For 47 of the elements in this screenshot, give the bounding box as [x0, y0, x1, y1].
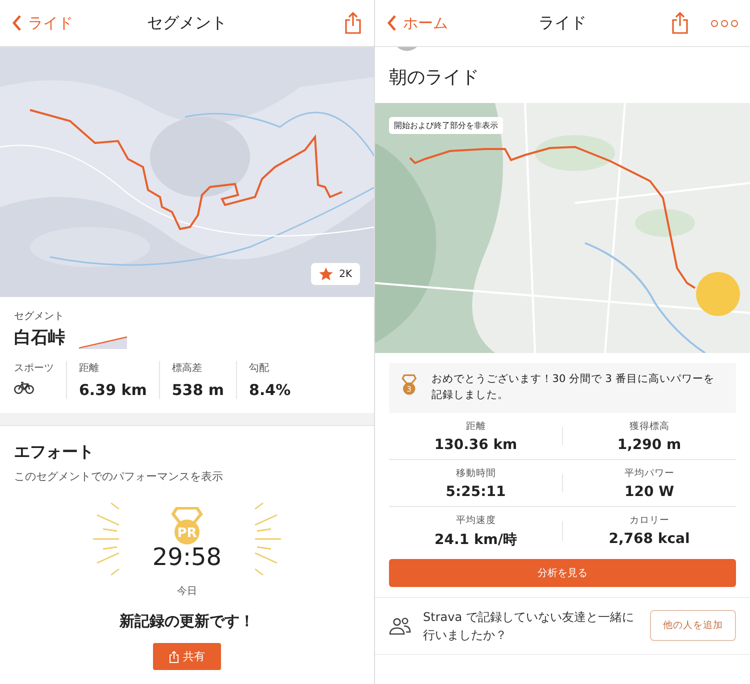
stat-value: 6.39 km [79, 381, 147, 399]
stat-label: 標高差 [172, 362, 203, 375]
stat-value: 130.36 km [434, 436, 518, 452]
stat-label: カロリー [629, 514, 670, 526]
stat-value: 120 W [624, 484, 674, 500]
people-icon [389, 616, 411, 634]
add-people-button[interactable]: 他の人を追加 [650, 610, 736, 641]
stat-label: 移動時間 [456, 466, 496, 480]
bicycle-icon [14, 381, 34, 394]
analysis-button[interactable]: 分析を見る [389, 558, 736, 586]
elevation-profile-drawing [79, 335, 127, 349]
stat-label: 獲得標高 [629, 420, 670, 432]
back-button[interactable]: ライド [12, 14, 73, 32]
more-icon[interactable] [711, 20, 738, 26]
screen-title: ライド [538, 12, 586, 34]
section-subtitle: このセグメントでのパフォーマンスを表示 [14, 469, 224, 484]
stat-value: 24.1 km/時 [434, 530, 517, 548]
stat-value: 8.4% [249, 381, 291, 399]
back-button[interactable]: ホーム [387, 14, 448, 32]
stat-label: 平均パワー [624, 466, 674, 480]
stat-value: 5:25:11 [446, 484, 506, 500]
chevron-left-icon[interactable] [387, 15, 397, 31]
chevron-left-icon[interactable] [12, 15, 22, 31]
share-icon[interactable] [344, 12, 362, 34]
record-message: 新記録の更新です！ [120, 612, 254, 631]
effort-date: 今日 [177, 585, 197, 598]
section-title: エフォート [14, 442, 95, 463]
star-count-badge[interactable]: 2K [311, 263, 360, 285]
stat-label: 距離 [79, 362, 100, 375]
stat-label: 勾配 [249, 362, 270, 375]
effort-time: 29:58 [152, 543, 222, 571]
stat-value: 538 m [172, 381, 224, 399]
screen-title: セグメント [147, 12, 227, 34]
stat-label: 距離 [466, 420, 486, 432]
stat-value: 2,768 kcal [608, 530, 690, 546]
section-label: セグメント [14, 310, 65, 323]
stat-label: 平均速度 [456, 514, 496, 526]
friends-prompt: Strava で記録していない友達と一緒に行いましたか？ [423, 608, 635, 644]
share-icon [169, 650, 179, 662]
stat-value: 1,290 m [617, 436, 682, 452]
activity-title: 朝のライド [388, 66, 480, 90]
achievement-message: おめでとうございます！30 分間で 3 番目に高いパワーを記録しました。 [431, 372, 716, 403]
share-icon[interactable] [671, 12, 689, 34]
share-button[interactable]: 共有 [153, 643, 221, 670]
map-notice: 開始および終了部分を非表示 [389, 117, 503, 134]
stat-label: スポーツ [14, 362, 54, 375]
segment-name: 白石峠 [14, 327, 65, 349]
